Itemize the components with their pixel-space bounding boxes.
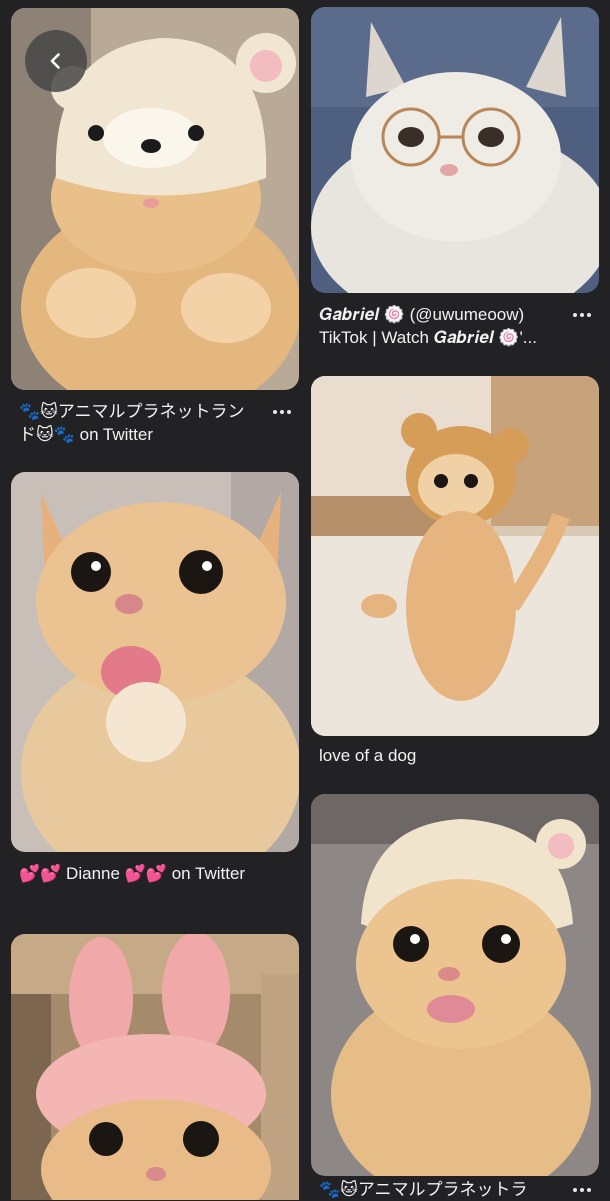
pin-caption[interactable]: love of a dog bbox=[319, 744, 559, 767]
pin-image-cream-hat-cat[interactable] bbox=[311, 794, 599, 1176]
pin-image-bunny-hat-cat[interactable] bbox=[11, 934, 299, 1200]
chevron-left-icon bbox=[50, 53, 60, 69]
more-horizontal-icon[interactable] bbox=[267, 402, 297, 422]
pin-image-tongue-cat[interactable] bbox=[11, 472, 299, 852]
pin-caption[interactable]: 𝑮𝒂𝒃𝒓𝒊𝒆𝒍 🍥 (@uwumeoow) TikTok | Watch 𝑮𝒂𝒃… bbox=[319, 303, 559, 349]
pin-caption[interactable]: 💕💕 Dianne 💕💕 on Twitter bbox=[19, 862, 259, 885]
more-horizontal-icon[interactable] bbox=[567, 1180, 597, 1200]
back-button[interactable] bbox=[25, 30, 87, 92]
pin-caption[interactable]: 🐾🐱アニマルプラネットラ bbox=[319, 1178, 559, 1201]
more-horizontal-icon[interactable] bbox=[567, 305, 597, 325]
pin-image-glasses-cat[interactable] bbox=[311, 7, 599, 293]
pin-caption[interactable]: 🐾🐱アニマルプラネットランド🐱🐾 on Twitter bbox=[19, 400, 259, 446]
pin-image-standing-cat[interactable] bbox=[311, 376, 599, 736]
